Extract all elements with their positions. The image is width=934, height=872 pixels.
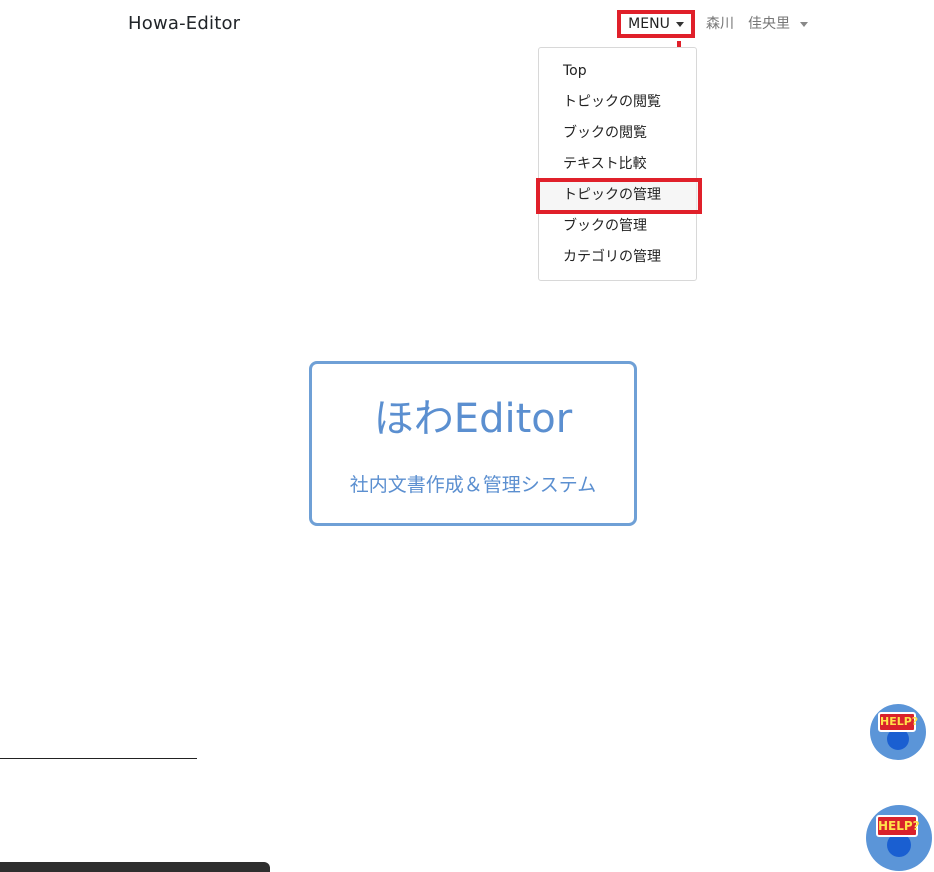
- help-button-secondary[interactable]: HELP?: [866, 805, 932, 871]
- divider-line: [0, 758, 197, 759]
- caret-down-icon: [675, 21, 684, 27]
- help-badge: HELP?: [876, 815, 920, 837]
- menu-item-topic-manage[interactable]: トピックの管理: [563, 185, 661, 205]
- bottom-dark-bar: [0, 862, 270, 872]
- menu-label: MENU: [628, 16, 670, 32]
- caret-down-icon: [800, 21, 808, 27]
- hero-title: ほわEditor: [373, 396, 573, 442]
- help-button[interactable]: HELP?: [870, 704, 926, 760]
- hero-panel: ほわEditor 社内文書作成＆管理システム: [309, 361, 637, 526]
- menu-item-top[interactable]: Top: [563, 61, 587, 81]
- menu-item-topic-view[interactable]: トピックの閲覧: [563, 92, 661, 112]
- user-last-name: 森川: [706, 16, 734, 32]
- user-first-name: 佳央里: [748, 16, 790, 32]
- brand-logo[interactable]: Howa-Editor: [128, 12, 240, 36]
- menu-item-book-view[interactable]: ブックの閲覧: [563, 123, 647, 143]
- user-menu-toggle[interactable]: 森川 佳央里: [706, 14, 808, 34]
- help-badge: HELP?: [878, 712, 918, 732]
- menu-item-book-manage[interactable]: ブックの管理: [563, 216, 647, 236]
- menu-dropdown: Top トピックの閲覧 ブックの閲覧 テキスト比較 トピックの管理 ブックの管理…: [538, 47, 697, 281]
- hero-subtitle: 社内文書作成＆管理システム: [349, 474, 597, 496]
- menu-dropdown-toggle[interactable]: MENU: [617, 10, 695, 38]
- menu-item-category-manage[interactable]: カテゴリの管理: [563, 247, 661, 267]
- menu-item-text-compare[interactable]: テキスト比較: [563, 154, 647, 174]
